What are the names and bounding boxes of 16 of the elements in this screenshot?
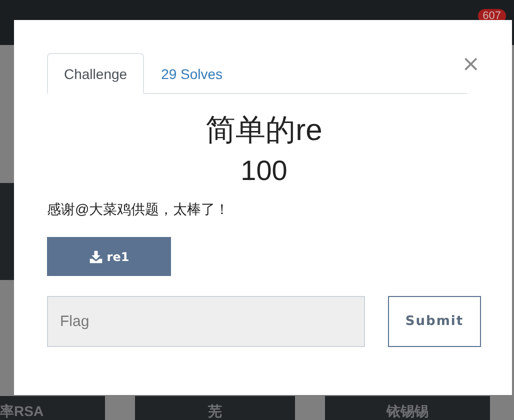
download-button[interactable]: re1 — [47, 237, 171, 276]
tile-title: 芜 — [208, 403, 222, 420]
tab[interactable]: 29 Solves — [144, 53, 240, 94]
challenge-title: 简单的re — [204, 113, 324, 149]
tab[interactable]: Challenge — [47, 53, 144, 94]
close-button[interactable]: × — [462, 54, 480, 76]
challenge-points: 100 — [240, 154, 288, 188]
challenge-description: 感谢@大菜鸡供题，太棒了！ — [47, 200, 230, 219]
tile-title: 铱锡锡 — [386, 403, 428, 420]
flag-input[interactable]: Flag — [47, 296, 365, 347]
submit-button[interactable]: Submit — [388, 296, 481, 347]
challenge-tile[interactable]: 铱锡锡 — [325, 396, 490, 420]
challenge-tile[interactable]: 芜 — [135, 396, 295, 420]
tile-title: 率RSA — [0, 403, 44, 420]
challenge-tile[interactable]: 率RSA — [0, 396, 105, 420]
download-icon — [88, 250, 103, 264]
